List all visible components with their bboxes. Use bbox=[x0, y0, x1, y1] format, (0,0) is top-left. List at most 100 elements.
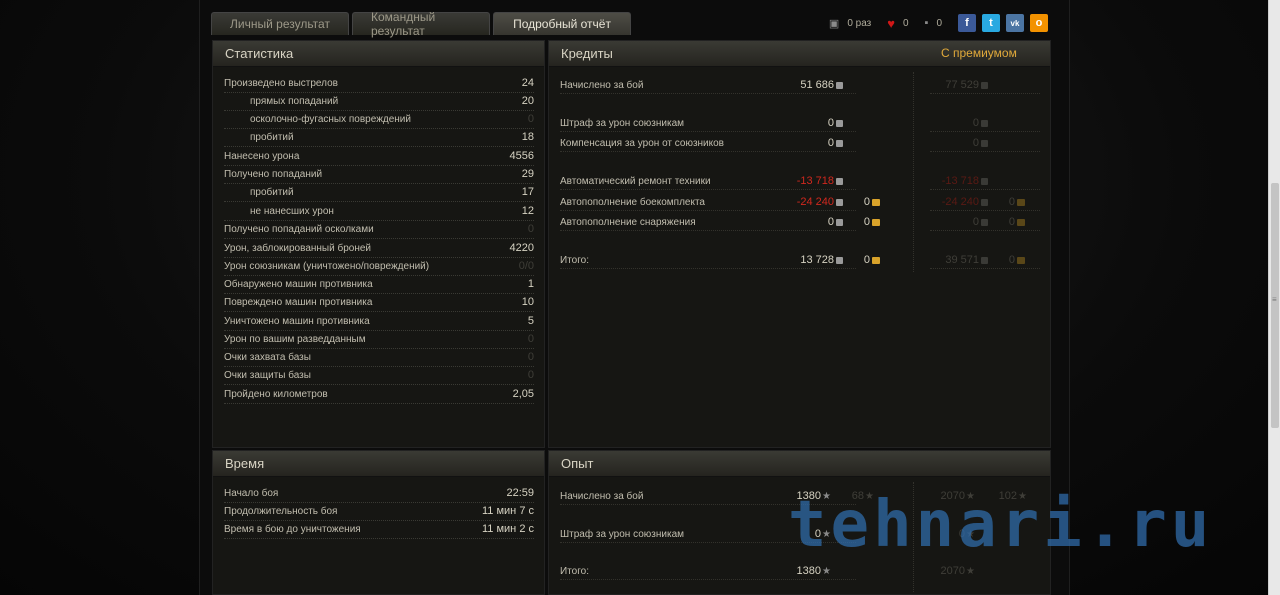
stat-row: Произведено выстрелов 24 bbox=[224, 75, 534, 93]
stat-value: 29 bbox=[521, 168, 534, 180]
credit-coin-icon bbox=[836, 81, 843, 89]
stat-label: Очки защиты базы bbox=[224, 370, 311, 381]
xp-value-text: 1380 bbox=[796, 565, 822, 577]
credits-divider bbox=[913, 72, 914, 272]
odnoklassniki-icon[interactable]: o bbox=[1030, 14, 1048, 32]
stat-label: Урон по вашим разведданным bbox=[224, 334, 366, 345]
premium-row-line bbox=[930, 93, 1040, 94]
stat-label: Получено попаданий осколками bbox=[224, 224, 374, 235]
tab-detailed-report[interactable]: Подробный отчёт bbox=[493, 12, 631, 35]
vk-icon[interactable]: vk bbox=[1006, 14, 1024, 32]
comment-icon[interactable]: ▪ bbox=[925, 17, 929, 29]
xp-label: Итого: bbox=[560, 566, 589, 577]
credit-coin-icon bbox=[981, 81, 988, 89]
gold-icon bbox=[1017, 218, 1025, 226]
time-label: Продолжительность боя bbox=[224, 506, 338, 517]
page-scrollbar[interactable]: ≡ bbox=[1268, 0, 1280, 595]
gold-icon bbox=[872, 198, 880, 206]
premium-credit-value-text: 77 529 bbox=[945, 79, 979, 91]
stat-label: пробитий bbox=[250, 132, 294, 143]
stat-value: 17 bbox=[521, 186, 534, 198]
stat-value: 18 bbox=[521, 131, 534, 143]
credit-coin-icon bbox=[836, 119, 843, 127]
premium-gold-value-text: 0 bbox=[1008, 216, 1015, 228]
tab-team-result[interactable]: Командный результат bbox=[352, 10, 490, 38]
like-icon[interactable]: ♥ bbox=[887, 16, 895, 31]
stat-label: прямых попаданий bbox=[250, 96, 339, 107]
credit-coin-icon bbox=[981, 177, 988, 185]
time-row: Продолжительность боя 11 мин 7 с bbox=[224, 503, 534, 521]
credit-row-line bbox=[560, 189, 856, 190]
gold-value-text: 0 bbox=[863, 216, 870, 228]
credit-coin-icon bbox=[836, 177, 843, 185]
credit-label: Автопополнение боекомплекта bbox=[560, 197, 705, 208]
tab-personal-result[interactable]: Личный результат bbox=[211, 12, 349, 35]
premium-row-line bbox=[930, 210, 1040, 211]
time-row: Время в бою до уничтожения 11 мин 2 с bbox=[224, 521, 534, 539]
credits-panel: Кредиты С премиумом bbox=[548, 40, 1051, 448]
social-bar: ▣ 0 раз ♥ 0 ▪ 0 f t vk o bbox=[829, 14, 1048, 32]
credit-row-line bbox=[560, 210, 856, 211]
stat-row: Урон по вашим разведданным 0 bbox=[224, 331, 534, 349]
stat-row: Очки захвата базы 0 bbox=[224, 349, 534, 367]
stat-row: Очки защиты базы 0 bbox=[224, 367, 534, 385]
scrollbar-thumb[interactable] bbox=[1271, 183, 1279, 428]
gold-icon bbox=[1017, 198, 1025, 206]
stat-value: 2,05 bbox=[512, 388, 534, 400]
premium-credit-value-text: -13 718 bbox=[941, 175, 979, 187]
stat-label: Очки захвата базы bbox=[224, 352, 311, 363]
stat-label: Нанесено урона bbox=[224, 151, 300, 162]
stat-label: Урон, заблокированный броней bbox=[224, 243, 372, 254]
stat-value: 5 bbox=[527, 315, 534, 327]
credit-value: 51 686 bbox=[763, 79, 843, 91]
stat-row: Получено попаданий 29 bbox=[224, 166, 534, 184]
stat-label: Урон союзникам (уничтожено/повреждений) bbox=[224, 261, 430, 272]
stat-row: Повреждено машин противника 10 bbox=[224, 294, 534, 312]
scrollbar-grip-icon: ≡ bbox=[1272, 295, 1277, 304]
credit-row-line bbox=[560, 151, 856, 152]
gold-value: 0 bbox=[800, 216, 880, 228]
premium-gold-value-text: 0 bbox=[1008, 196, 1015, 208]
stat-value: 20 bbox=[521, 95, 534, 107]
stat-label: Получено попаданий bbox=[224, 169, 323, 180]
facebook-icon[interactable]: f bbox=[958, 14, 976, 32]
stat-row: Уничтожено машин противника 5 bbox=[224, 313, 534, 331]
credit-label: Компенсация за урон от союзников bbox=[560, 138, 724, 149]
twitter-icon[interactable]: t bbox=[982, 14, 1000, 32]
stat-value: 0 bbox=[527, 351, 534, 363]
stat-row: Урон союзникам (уничтожено/повреждений) 0… bbox=[224, 258, 534, 276]
stat-value: 4220 bbox=[509, 242, 534, 254]
stat-row: пробитий 17 bbox=[224, 184, 534, 202]
premium-gold-value-text: 0 bbox=[1008, 254, 1015, 266]
stat-value: 24 bbox=[521, 77, 534, 89]
stat-label: не нанесших урон bbox=[250, 206, 334, 217]
gold-value-text: 0 bbox=[863, 254, 870, 266]
time-value: 11 мин 7 с bbox=[482, 505, 534, 517]
premium-gold-value: 0 bbox=[945, 196, 1025, 208]
stat-row: Урон, заблокированный броней 4220 bbox=[224, 240, 534, 258]
experience-title: Опыт bbox=[549, 451, 1050, 477]
premium-row-line bbox=[930, 151, 1040, 152]
premium-row-line bbox=[930, 131, 1040, 132]
credits-header: Кредиты С премиумом bbox=[549, 41, 1050, 67]
credit-label: Штраф за урон союзникам bbox=[560, 118, 685, 129]
credit-coin-icon bbox=[981, 139, 988, 147]
screenshot-icon[interactable]: ▣ bbox=[829, 17, 839, 30]
premium-xp-value-text: 2070 bbox=[940, 565, 966, 577]
xp-label: Штраф за урон союзникам bbox=[560, 529, 685, 540]
time-value: 11 мин 2 с bbox=[482, 523, 534, 535]
premium-credit-value-text: 0 bbox=[972, 137, 979, 149]
premium-xp-value: 2070★ bbox=[895, 565, 975, 577]
stat-value: 10 bbox=[521, 296, 534, 308]
gold-icon bbox=[872, 218, 880, 226]
gold-value: 0 bbox=[800, 196, 880, 208]
premium-gold-value: 0 bbox=[945, 254, 1025, 266]
gold-value-text: 0 bbox=[863, 196, 870, 208]
stat-label: Обнаружено машин противника bbox=[224, 279, 373, 290]
premium-row-line bbox=[930, 268, 1040, 269]
watermark-logo: tehnari.ru bbox=[788, 488, 1214, 562]
xp-star-icon: ★ bbox=[822, 566, 831, 577]
stat-row: пробитий 18 bbox=[224, 129, 534, 147]
stat-value: 0 bbox=[527, 369, 534, 381]
premium-row-line bbox=[930, 189, 1040, 190]
